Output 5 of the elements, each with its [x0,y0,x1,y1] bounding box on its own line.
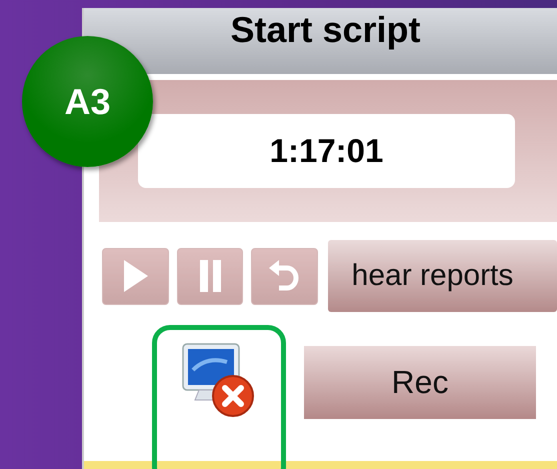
rec-button[interactable]: Rec [304,346,536,418]
hear-reports-button[interactable]: hear reports [328,240,557,312]
step-badge: A3 [22,36,153,167]
timer-display: 1:17:01 [138,114,515,188]
window-title: Start script [230,9,421,51]
